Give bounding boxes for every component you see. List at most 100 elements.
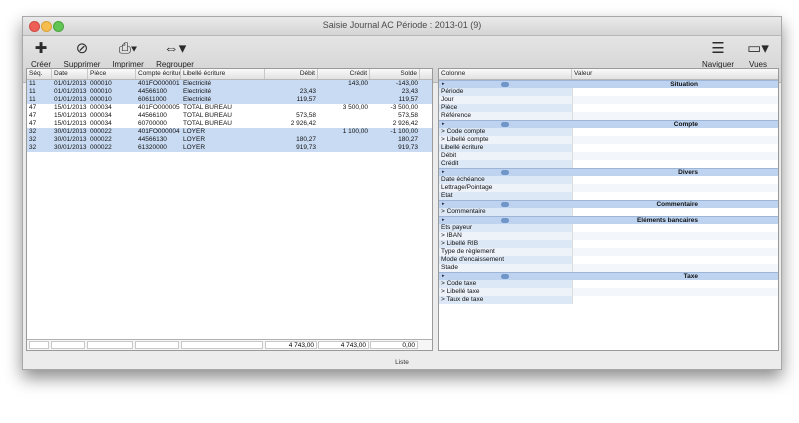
- section-header[interactable]: ▸ Eléments bancaires: [439, 216, 778, 224]
- footer-cell: [181, 341, 263, 349]
- property-value-field[interactable]: [572, 112, 778, 120]
- property-value-field[interactable]: [572, 128, 778, 136]
- disclosure-triangle-icon[interactable]: ▸: [442, 273, 445, 280]
- property-value-field[interactable]: [572, 176, 778, 184]
- property-value-field[interactable]: [572, 104, 778, 112]
- table-row[interactable]: 47 15/01/2013 000034 401FO000005 TOTAL BUREA…: [27, 104, 432, 112]
- property-row[interactable]: Crédit: [439, 160, 778, 168]
- table-row[interactable]: 11 01/01/2013 000010 401FO000001 Electricité…: [27, 80, 432, 88]
- section-badge-icon: [501, 82, 509, 87]
- property-label: Crédit: [441, 160, 459, 167]
- section-header[interactable]: ▸ Divers: [439, 168, 778, 176]
- property-value-field[interactable]: [572, 208, 778, 216]
- plus-icon: ✚: [34, 40, 48, 57]
- property-row[interactable]: Date échéance: [439, 176, 778, 184]
- section-header[interactable]: ▸ Commentaire: [439, 200, 778, 208]
- col-date[interactable]: Date: [52, 69, 88, 79]
- cell-piece: 000034: [90, 112, 112, 119]
- property-row[interactable]: > Taux de taxe: [439, 296, 778, 304]
- property-value-field[interactable]: [572, 144, 778, 152]
- property-row[interactable]: Pièce: [439, 104, 778, 112]
- table-row[interactable]: 11 01/01/2013 000010 44566100 Electricité 23,…: [27, 88, 432, 96]
- table-row[interactable]: 32 30/01/2013 000022 401FO000004 LOYER 1 100,…: [27, 128, 432, 136]
- property-value-field[interactable]: [572, 160, 778, 168]
- property-label: Mode d'encaissement: [441, 256, 505, 263]
- cell-compte: 60611000: [138, 96, 167, 103]
- property-row[interactable]: Référence: [439, 112, 778, 120]
- cell-seq: 11: [29, 80, 36, 87]
- property-row[interactable]: > IBAN: [439, 232, 778, 240]
- property-row[interactable]: > Code compte: [439, 128, 778, 136]
- property-row[interactable]: > Libellé compte: [439, 136, 778, 144]
- cell-credit: [318, 136, 370, 144]
- property-value-field[interactable]: [572, 152, 778, 160]
- property-value-field[interactable]: [572, 192, 778, 200]
- col-debit[interactable]: Débit: [265, 69, 318, 79]
- section-title: Eléments bancaires: [636, 217, 698, 224]
- section-title: Compte: [673, 121, 698, 128]
- property-row[interactable]: Débit: [439, 152, 778, 160]
- col-credit[interactable]: Crédit: [318, 69, 370, 79]
- section-header[interactable]: ▸ Compte: [439, 120, 778, 128]
- layers-icon: ☰: [711, 40, 725, 57]
- property-row[interactable]: Mode d'encaissement: [439, 256, 778, 264]
- property-value-field[interactable]: [572, 288, 778, 296]
- disclosure-triangle-icon[interactable]: ▸: [442, 217, 445, 224]
- property-row[interactable]: > Libellé RIB: [439, 240, 778, 248]
- property-value-field[interactable]: [572, 240, 778, 248]
- cell-debit: [265, 128, 318, 136]
- disclosure-triangle-icon[interactable]: ▸: [442, 201, 445, 208]
- property-value-field[interactable]: [572, 248, 778, 256]
- property-value-field[interactable]: [572, 96, 778, 104]
- property-value-field[interactable]: [572, 296, 778, 304]
- disclosure-triangle-icon[interactable]: ▸: [442, 81, 445, 88]
- cell-solde: 180,27: [398, 136, 418, 143]
- property-label: > Code taxe: [441, 280, 477, 287]
- property-value-field[interactable]: [572, 232, 778, 240]
- table-row[interactable]: 47 15/01/2013 000034 44566100 TOTAL BUREAU 57…: [27, 112, 432, 120]
- col-piece[interactable]: Pièce: [88, 69, 136, 79]
- properties-header: Colonne Valeur: [439, 69, 778, 80]
- property-value-field[interactable]: [572, 280, 778, 288]
- col-colonne[interactable]: Colonne: [439, 69, 572, 79]
- property-row[interactable]: Jour: [439, 96, 778, 104]
- table-row[interactable]: 47 15/01/2013 000034 60700000 TOTAL BUREAU 2 …: [27, 120, 432, 128]
- property-value-field[interactable]: [572, 88, 778, 96]
- footer-cell: [29, 341, 49, 349]
- property-row[interactable]: Libellé écriture: [439, 144, 778, 152]
- property-label: Référence: [441, 112, 471, 119]
- property-row[interactable]: > Code taxe: [439, 280, 778, 288]
- table-row[interactable]: 11 01/01/2013 000010 60611000 Electricité 119…: [27, 96, 432, 104]
- disclosure-triangle-icon[interactable]: ▸: [442, 169, 445, 176]
- property-row[interactable]: Etat: [439, 192, 778, 200]
- property-row[interactable]: Stade: [439, 264, 778, 272]
- property-row[interactable]: Période: [439, 88, 778, 96]
- property-label: Lettrage/Pointage: [441, 184, 493, 191]
- cell-libelle: TOTAL BUREAU: [183, 104, 233, 111]
- property-row[interactable]: Type de règlement: [439, 248, 778, 256]
- col-seq[interactable]: Séq.: [27, 69, 52, 79]
- property-row[interactable]: Ets payeur: [439, 224, 778, 232]
- table-row[interactable]: 32 30/01/2013 000022 61320000 LOYER 919,73 919…: [27, 144, 432, 152]
- table-row[interactable]: 32 30/01/2013 000022 44566130 LOYER 180,27 180…: [27, 136, 432, 144]
- cell-date: 01/01/2013: [54, 80, 87, 87]
- property-value-field[interactable]: [572, 224, 778, 232]
- col-valeur[interactable]: Valeur: [572, 69, 778, 79]
- property-value-field[interactable]: [572, 264, 778, 272]
- property-row[interactable]: Lettrage/Pointage: [439, 184, 778, 192]
- col-solde[interactable]: Solde: [370, 69, 420, 79]
- property-row[interactable]: > Commentaire: [439, 208, 778, 216]
- property-row[interactable]: > Libellé taxe: [439, 288, 778, 296]
- col-compte[interactable]: Compte écriture: [136, 69, 181, 79]
- cell-credit: [318, 144, 370, 152]
- cell-seq: 47: [29, 104, 37, 111]
- property-label: Stade: [441, 264, 458, 271]
- property-value-field[interactable]: [572, 256, 778, 264]
- footer-cell: [87, 341, 133, 349]
- col-libelle[interactable]: Libellé écriture: [181, 69, 265, 79]
- section-header[interactable]: ▸ Situation: [439, 80, 778, 88]
- property-value-field[interactable]: [572, 136, 778, 144]
- property-value-field[interactable]: [572, 184, 778, 192]
- section-header[interactable]: ▸ Taxe: [439, 272, 778, 280]
- disclosure-triangle-icon[interactable]: ▸: [442, 121, 445, 128]
